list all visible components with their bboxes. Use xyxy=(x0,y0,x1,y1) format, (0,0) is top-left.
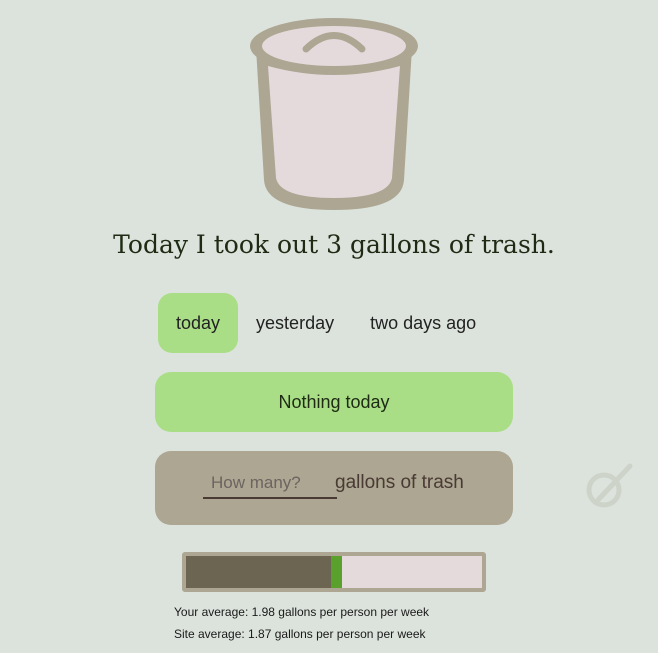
average-progress-bar xyxy=(182,552,486,592)
day-tabs: today yesterday two days ago xyxy=(158,293,494,353)
nothing-today-button[interactable]: Nothing today xyxy=(155,372,513,432)
your-average-fill xyxy=(186,556,332,588)
gallons-entry: gallons of trash xyxy=(155,451,513,525)
tab-two-days-ago[interactable]: two days ago xyxy=(352,293,494,353)
gallons-input[interactable] xyxy=(203,469,337,499)
tab-yesterday[interactable]: yesterday xyxy=(238,293,352,353)
tab-today[interactable]: today xyxy=(158,293,239,353)
submit-check-icon[interactable] xyxy=(584,460,636,510)
gallons-unit-label: gallons of trash xyxy=(335,472,464,493)
site-average-text: Site average: 1.87 gallons per person pe… xyxy=(174,627,426,641)
your-average-text: Your average: 1.98 gallons per person pe… xyxy=(174,605,430,619)
headline: Today I took out 3 gallons of trash. xyxy=(113,230,555,259)
site-average-marker xyxy=(331,556,343,588)
trash-can-icon xyxy=(250,18,418,210)
